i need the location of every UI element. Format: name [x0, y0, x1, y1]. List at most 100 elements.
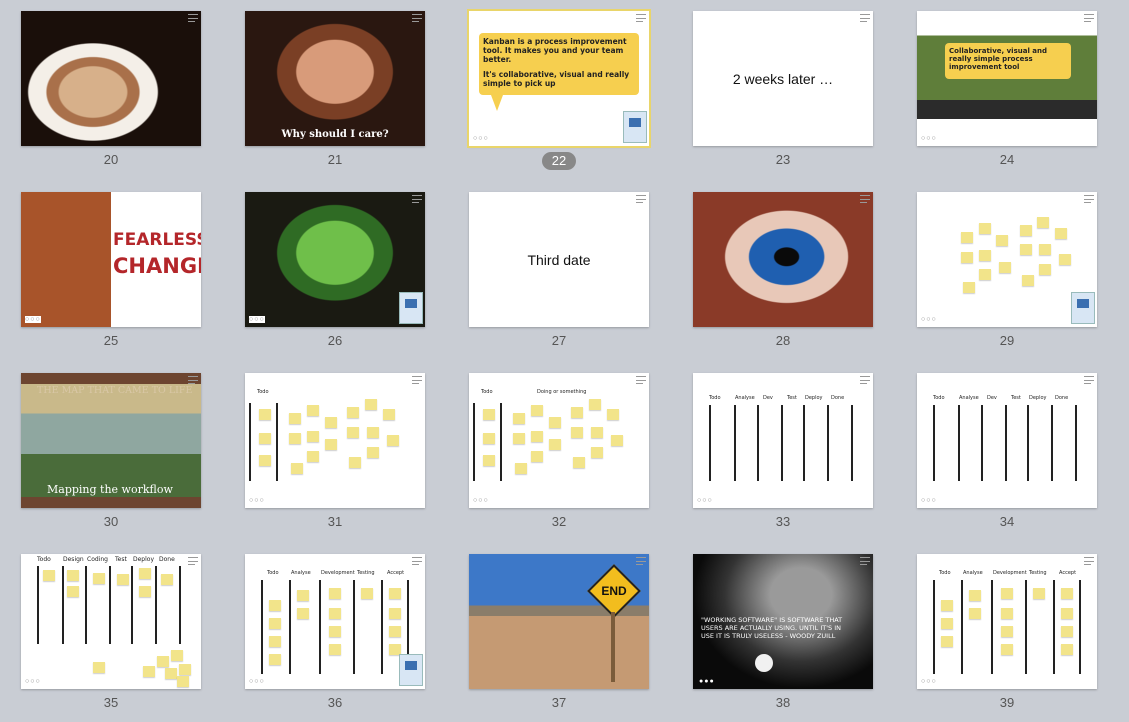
slide-thumbnail: FEARLESS CHANGE ○○○ [21, 192, 201, 327]
sticky-note [361, 588, 373, 599]
sticky-note [969, 590, 981, 601]
sticky-note [1055, 228, 1067, 239]
sticky-note [307, 405, 319, 416]
sticky-note [979, 223, 991, 234]
column-header: Doing or something [537, 389, 587, 395]
sticky-note [531, 431, 543, 442]
sticky-note [165, 668, 177, 679]
slide-30[interactable]: THE MAP THAT CAME TO LIFE Mapping the wo… [21, 373, 201, 541]
sticky-note [963, 282, 975, 293]
sticky-note [367, 427, 379, 438]
bubble-tail [491, 95, 503, 111]
column-line [353, 580, 355, 674]
slide-24[interactable]: Collaborative, visual and really simple … [917, 11, 1097, 179]
slide-32[interactable]: Todo Doing or something ○○○ 32 [469, 373, 649, 541]
slide-thumbnail: 2 weeks later … [693, 11, 873, 146]
sticky-note [531, 405, 543, 416]
book-icon [399, 292, 423, 324]
slide-number: 27 [551, 333, 567, 348]
slide-33[interactable]: Todo Analyse Dev Test Deploy Done ○○○ 33 [693, 373, 873, 541]
slide-thumbnail: Todo Analyse Development Testing Accept … [245, 554, 425, 689]
column-line [37, 566, 39, 644]
notes-icon [412, 376, 422, 385]
sticky-note [297, 608, 309, 619]
sticky-note [573, 457, 585, 468]
pagination-dots: ○○○ [697, 497, 713, 504]
slide-21[interactable]: Why should I care? 21 [245, 11, 425, 179]
sticky-note [383, 409, 395, 420]
slide-number: 24 [999, 152, 1015, 167]
column-line [179, 566, 181, 644]
column-line [261, 580, 263, 674]
slide-31[interactable]: Todo ○○○ 31 [245, 373, 425, 541]
apple-icon [755, 654, 773, 672]
end-sign-text: END [601, 584, 627, 598]
slide-38[interactable]: "WORKING SOFTWARE" IS SOFTWARE THAT USER… [693, 554, 873, 722]
slide-23[interactable]: 2 weeks later … 23 [693, 11, 873, 179]
slide-36[interactable]: Todo Analyse Development Testing Accept … [245, 554, 425, 722]
sticky-note [1033, 588, 1045, 599]
book-icon [399, 654, 423, 686]
column-line [1027, 405, 1029, 481]
slide-number: 26 [327, 333, 343, 348]
column-header: Analyse [963, 570, 983, 576]
slide-37[interactable]: END 37 [469, 554, 649, 722]
column-header: Done [831, 395, 845, 401]
slide-number: 29 [999, 333, 1015, 348]
slide-number: 21 [327, 152, 343, 167]
slide-20[interactable]: 20 [21, 11, 201, 179]
column-header: Development [993, 570, 1027, 576]
slide-29[interactable]: ○○○ 29 [917, 192, 1097, 360]
sticky-note [591, 427, 603, 438]
bubble-text-2: It's collaborative, visual and really si… [483, 70, 630, 88]
slide-thumbnail: ○○○ [917, 192, 1097, 327]
notes-icon [188, 557, 198, 566]
column-line [827, 405, 829, 481]
sticky-note [483, 455, 495, 466]
column-header: Todo [481, 389, 493, 395]
slide-thumbnail: Todo ○○○ [245, 373, 425, 508]
column-header: Analyse [959, 395, 979, 401]
column-line [319, 580, 321, 674]
sticky-note [1061, 626, 1073, 637]
slide-35[interactable]: Todo Design Coding Test Deploy Done ○○○ … [21, 554, 201, 722]
sticky-note [1061, 588, 1073, 599]
slide-39[interactable]: Todo Analyse Development Testing Accept … [917, 554, 1097, 722]
slide-number: 36 [327, 695, 343, 710]
sticky-note [607, 409, 619, 420]
pagination-dots: ○○○ [921, 678, 937, 685]
sticky-note [269, 636, 281, 647]
sticky-note [367, 447, 379, 458]
column-line [981, 405, 983, 481]
sticky-note [1022, 275, 1034, 286]
sticky-note [513, 433, 525, 444]
column-line [1005, 405, 1007, 481]
slide-28[interactable]: 28 [693, 192, 873, 360]
column-header: Todo [267, 570, 279, 576]
sticky-note [1001, 644, 1013, 655]
sticky-note [389, 626, 401, 637]
slide-number: 37 [551, 695, 567, 710]
slide-25[interactable]: FEARLESS CHANGE ○○○ 25 [21, 192, 201, 360]
sticky-note [143, 666, 155, 677]
sticky-note [1039, 264, 1051, 275]
slide-number: 22 [469, 152, 649, 170]
pagination-dots: ○○○ [249, 316, 265, 323]
notes-icon [188, 376, 198, 385]
pagination-dots: ○○○ [473, 497, 489, 504]
sticky-note [157, 656, 169, 667]
slide-caption: Mapping the workflow [47, 483, 173, 496]
sticky-note [297, 590, 309, 601]
slide-number: 20 [103, 152, 119, 167]
slide-22[interactable]: Kanban is a process improvement tool. It… [467, 9, 651, 179]
column-line [757, 405, 759, 481]
notes-icon [1084, 195, 1094, 204]
notes-icon [860, 557, 870, 566]
slide-number: 28 [775, 333, 791, 348]
column-line [249, 403, 251, 481]
slide-26[interactable]: ○○○ 26 [245, 192, 425, 360]
slide-27[interactable]: Third date 27 [469, 192, 649, 360]
column-line [109, 566, 111, 644]
slide-34[interactable]: Todo Analyse Dev Test Deploy Done ○○○ 34 [917, 373, 1097, 541]
column-header: Coding [87, 556, 108, 563]
